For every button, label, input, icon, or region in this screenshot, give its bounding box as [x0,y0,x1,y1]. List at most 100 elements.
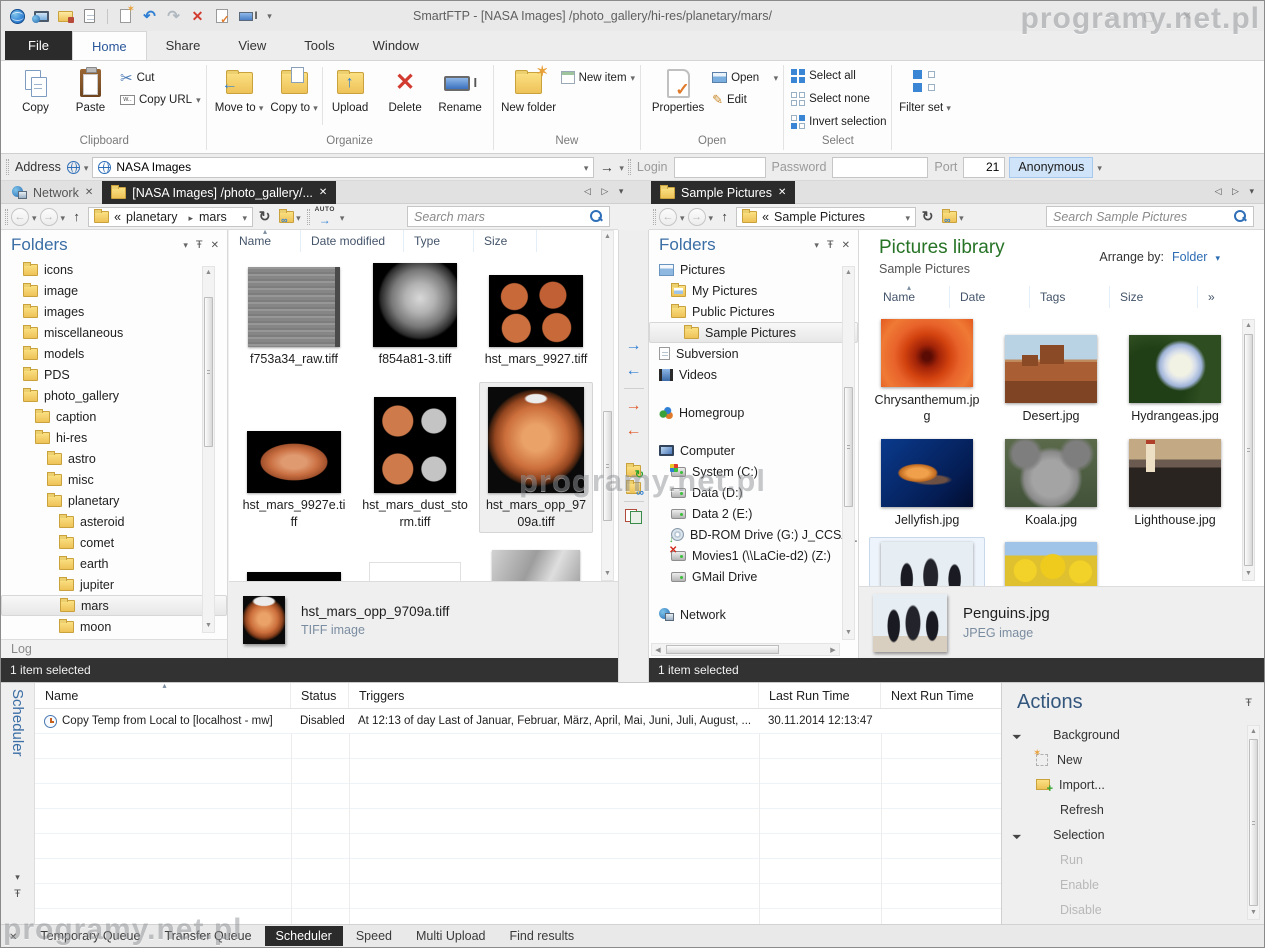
tree-item[interactable]: BD-ROM Drive (G:) J_CCSA_ [649,524,858,545]
tree-item[interactable]: icons [1,259,227,280]
select-all-button[interactable]: Select all [791,67,886,84]
action-item[interactable]: Refresh [1014,797,1264,822]
file-item[interactable]: Desert.jpg [993,314,1109,428]
panel-close-icon[interactable] [9,929,17,943]
delete-icon[interactable]: ✕ [189,8,206,25]
search-box[interactable] [1046,206,1254,227]
folder-sync-icon[interactable] [626,465,641,477]
bottom-tab[interactable]: Transfer Queue [153,926,262,946]
back-caret-icon[interactable] [32,210,37,224]
tree-item[interactable]: Data 2 (E:) [649,503,858,524]
more-columns-chevron[interactable]: » [1198,286,1228,308]
login-input[interactable] [680,160,760,174]
search-input[interactable] [414,210,590,224]
forward-caret-icon[interactable] [61,210,66,224]
panel-menu-icon[interactable] [15,872,20,883]
go-caret-icon[interactable] [619,160,624,174]
local-browser-icon[interactable] [57,8,74,25]
rename-icon[interactable] [237,8,254,25]
folder-link-button[interactable] [276,209,304,225]
scheduler-column-next-run[interactable]: Next Run Time [881,683,1001,708]
file-item[interactable]: Hydrangeas.jpg [1117,314,1233,428]
undo-icon[interactable]: ↶ [141,8,158,25]
tree-item[interactable]: image [1,280,227,301]
cut-button[interactable]: Cut [120,69,201,86]
refresh-button[interactable] [256,208,273,225]
ribbon-tab[interactable]: Tools [285,31,353,60]
file-item[interactable]: Chrysanthemum.jpg [869,314,985,428]
pane-tab[interactable]: [NASA Images] /photo_gallery/...✕ [102,181,336,204]
file-item[interactable]: hst_mars_9927e.tiff [237,382,351,533]
back-caret-icon[interactable] [680,210,685,224]
auto-transfer-button[interactable]: AUTO→ [313,207,337,226]
ribbon-tab[interactable]: Share [147,31,220,60]
refresh-button[interactable] [919,208,936,225]
column-header-date-modified[interactable]: Date modified [301,230,404,252]
tree-item[interactable]: moon [1,616,227,637]
file-item[interactable] [993,537,1109,586]
file-item[interactable]: f854a81-3.tiff [358,258,472,370]
tree-item[interactable]: images [1,301,227,322]
address-input[interactable] [116,160,578,174]
toolbar-grip[interactable] [6,159,9,175]
tree-item[interactable]: Data (D:) [649,482,858,503]
tree-item[interactable]: misc [1,469,227,490]
new-item-button[interactable]: New item [561,69,635,86]
copy-to-button[interactable]: Copy to [267,64,322,130]
tab-close-icon[interactable]: ✕ [85,187,93,198]
scheduler-column-last-run[interactable]: Last Run Time [759,683,881,708]
column-header-name[interactable]: Name [873,286,950,308]
move-left-icon[interactable]: ← [623,421,645,441]
tree-item[interactable]: Subversion [649,343,858,364]
tree-item[interactable]: caption [1,406,227,427]
scheduler-column-status[interactable]: Status [291,683,349,708]
panel-close-icon[interactable] [211,240,219,251]
bottom-tab[interactable]: Multi Upload [405,926,496,946]
search-input[interactable] [1053,210,1234,224]
bottom-tab[interactable]: Temporary Queue [29,926,151,946]
file-item[interactable] [479,545,593,581]
file-item[interactable]: f753a34_raw.tiff [237,258,351,370]
edit-button[interactable]: Edit [712,91,778,108]
tree-item[interactable]: PDS [1,364,227,385]
copy-button[interactable]: Copy [8,64,63,130]
favorites-globe-icon[interactable] [67,161,80,174]
tree-item[interactable]: miscellaneous [1,322,227,343]
log-document-icon[interactable] [81,8,98,25]
tree-item[interactable]: System (C:) [649,461,858,482]
right-tab-scroll-arrows[interactable]: ◁ ▷ ▾ [1215,186,1258,197]
tree-item[interactable]: earth [1,553,227,574]
file-item[interactable] [358,545,472,581]
tree-scrollbar[interactable]: ▲▼ [202,266,215,633]
compare-folders-icon[interactable] [625,509,642,524]
folder-link-button[interactable] [939,209,967,225]
tree-item[interactable]: GMail Drive [649,566,858,587]
action-item[interactable]: Run [1014,847,1264,872]
file-item[interactable]: hst_mars_dust_storm.tiff [358,382,472,533]
password-input[interactable] [838,160,922,174]
arrange-by[interactable]: Arrange by: Folder [1099,250,1220,264]
breadcrumb-segment[interactable]: Sample Pictures [774,210,865,224]
column-header-size[interactable]: Size [474,230,537,252]
new-file-icon[interactable] [117,8,134,25]
tree-item[interactable]: Public Pictures [649,301,858,322]
action-item[interactable]: New [1014,747,1264,772]
right-list-scrollbar[interactable]: ▲▼ [1242,319,1255,581]
column-header-date[interactable]: Date [950,286,1030,308]
upload-button[interactable]: ↑Upload [323,64,378,130]
invert-selection-button[interactable]: Invert selection [791,113,886,130]
column-header-type[interactable]: Type [404,230,474,252]
file-item[interactable] [237,545,351,581]
pane-tab[interactable]: Sample Pictures✕ [651,181,795,204]
tree-h-scrollbar[interactable]: ◀▶ [651,643,840,656]
file-item[interactable]: hst_mars_9927.tiff [479,258,593,370]
tree-item[interactable]: Network [649,604,858,625]
move-to-button[interactable]: ←Move to [212,64,267,130]
tree-item[interactable]: mars [1,595,227,616]
auto-caret-icon[interactable] [340,210,345,224]
folder-link-icon[interactable] [626,482,641,494]
pane-tab[interactable]: Network✕ [3,181,102,204]
log-panel-header[interactable]: Log [1,639,228,658]
column-header-tags[interactable]: Tags [1030,286,1110,308]
properties-button[interactable]: Properties [646,64,710,130]
